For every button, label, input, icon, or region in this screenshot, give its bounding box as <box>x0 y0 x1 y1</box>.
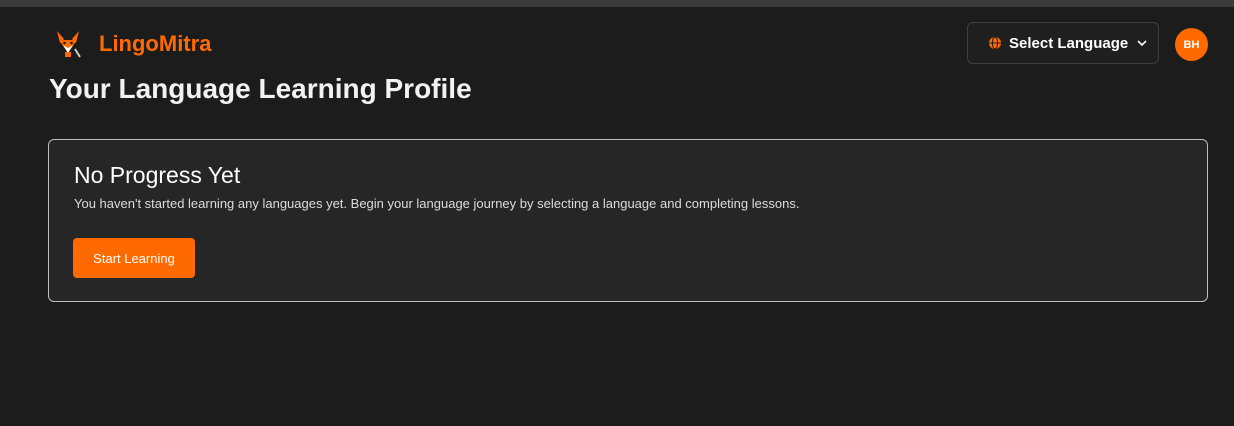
chevron-down-icon <box>1137 40 1147 47</box>
start-learning-button[interactable]: Start Learning <box>73 238 195 278</box>
card-title: No Progress Yet <box>74 162 241 188</box>
card-description: You haven't started learning any languag… <box>74 196 800 211</box>
user-avatar[interactable]: BH <box>1175 28 1208 61</box>
fox-logo-icon <box>57 31 81 58</box>
browser-top-strip <box>0 0 1234 7</box>
brand[interactable]: LingoMitra <box>54 27 211 61</box>
language-selector[interactable]: Select Language <box>967 22 1159 64</box>
progress-card: No Progress Yet You haven't started lear… <box>48 139 1208 302</box>
globe-icon <box>989 36 1001 50</box>
language-selector-label: Select Language <box>1009 34 1129 52</box>
brand-name: LingoMitra <box>99 31 212 56</box>
